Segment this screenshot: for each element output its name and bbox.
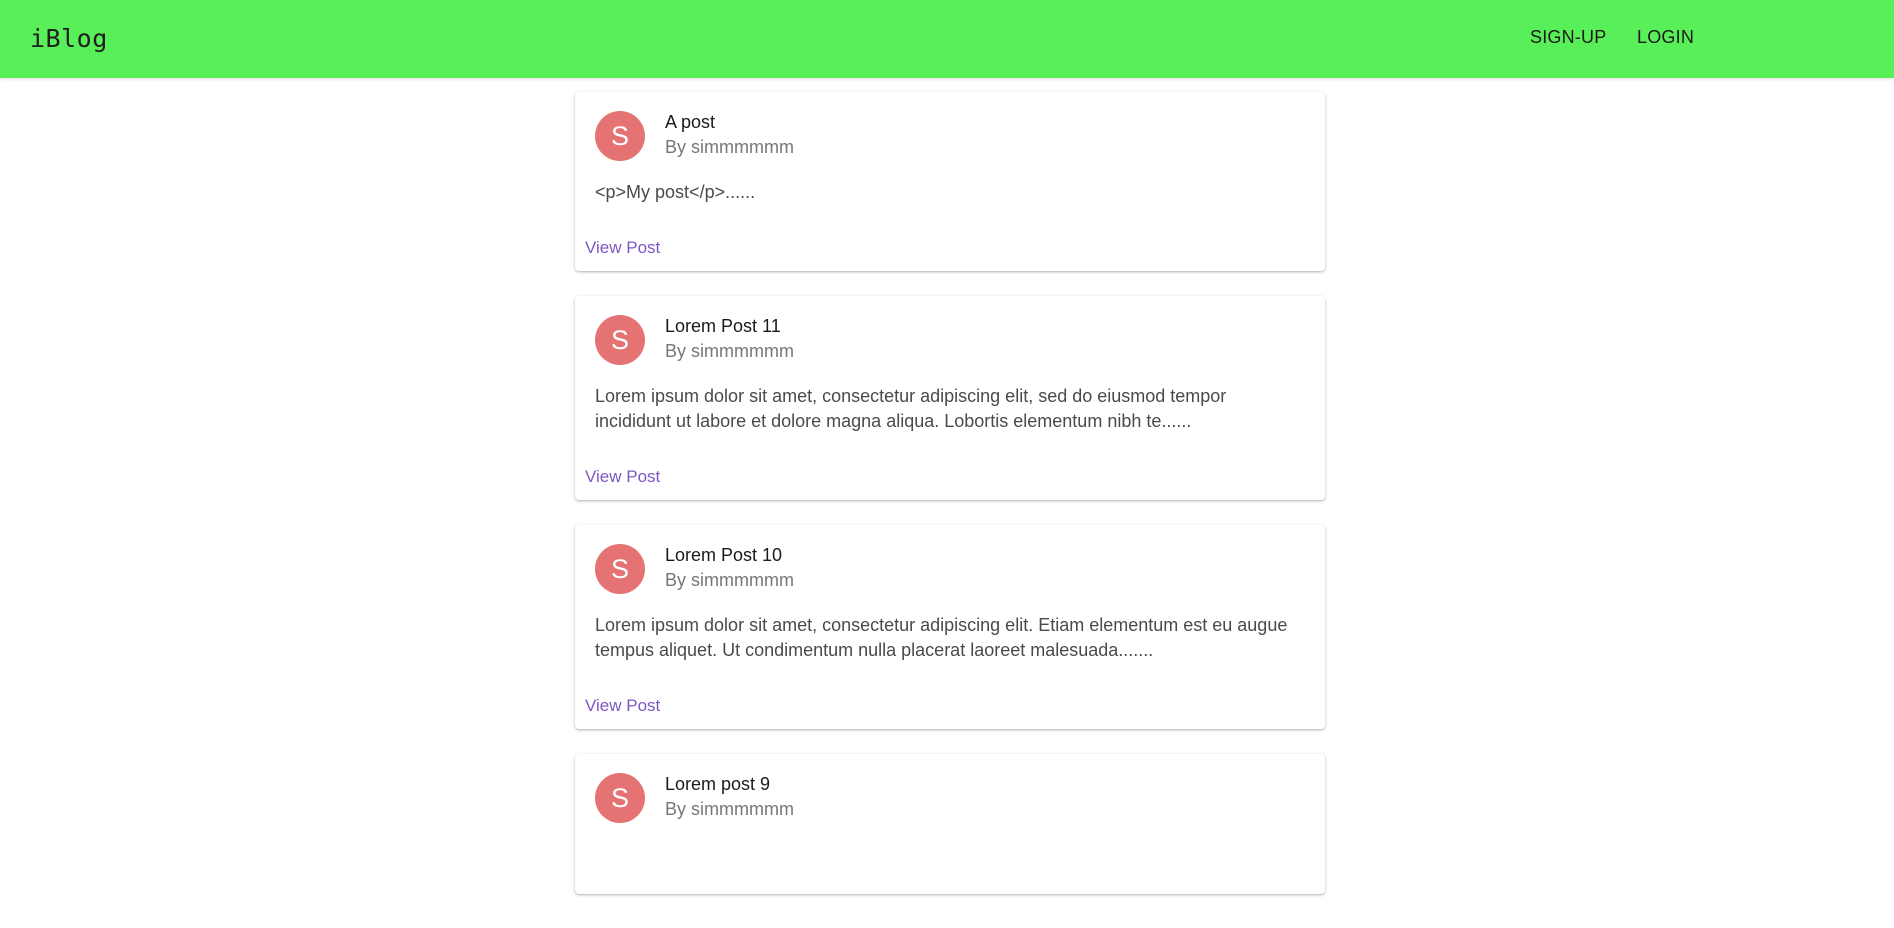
post-title: A post [665,112,716,132]
post-card-header: S Lorem post 9 By simmmmmm [575,754,1325,842]
post-card: S Lorem post 9 By simmmmmm [575,754,1325,894]
view-post-link[interactable]: View Post [585,238,660,258]
post-card-actions: View Post [575,452,1325,500]
post-title: Lorem Post 10 [665,545,783,565]
view-post-link[interactable]: View Post [585,696,660,716]
post-excerpt: Lorem ipsum dolor sit amet, consectetur … [595,386,1227,431]
post-feed: S A post By simmmmmm <p>My post</p>.....… [575,92,1325,919]
post-title: Lorem post 9 [665,774,771,794]
login-button[interactable]: LOGIN [1637,27,1694,48]
post-card-header: S Lorem Post 11 By simmmmmm [575,296,1325,384]
post-card-header: S Lorem Post 10 By simmmmmm [575,525,1325,613]
brand-logo[interactable]: iBlog [30,24,108,53]
post-card-actions: View Post [575,681,1325,729]
post-author: By simmmmmm [665,137,794,157]
post-excerpt: Lorem ipsum dolor sit amet, consectetur … [595,615,1288,660]
view-post-link[interactable]: View Post [585,467,660,487]
post-author: By simmmmmm [665,341,794,361]
post-card-actions: View Post [575,223,1325,271]
avatar: S [595,111,645,161]
avatar: S [595,315,645,365]
post-title: Lorem Post 11 [665,316,781,336]
post-card-header: S A post By simmmmmm [575,92,1325,180]
app-bar: iBlog SIGN-UP LOGIN [0,0,1894,78]
post-author: By simmmmmm [665,799,794,819]
signup-button[interactable]: SIGN-UP [1530,27,1606,48]
post-card: S A post By simmmmmm <p>My post</p>.....… [575,92,1325,271]
post-author: By simmmmmm [665,570,794,590]
post-card: S Lorem Post 10 By simmmmmm Lorem ipsum … [575,525,1325,729]
post-card: S Lorem Post 11 By simmmmmm Lorem ipsum … [575,296,1325,500]
post-excerpt: <p>My post</p>...... [595,182,756,202]
avatar: S [595,773,645,823]
avatar: S [595,544,645,594]
